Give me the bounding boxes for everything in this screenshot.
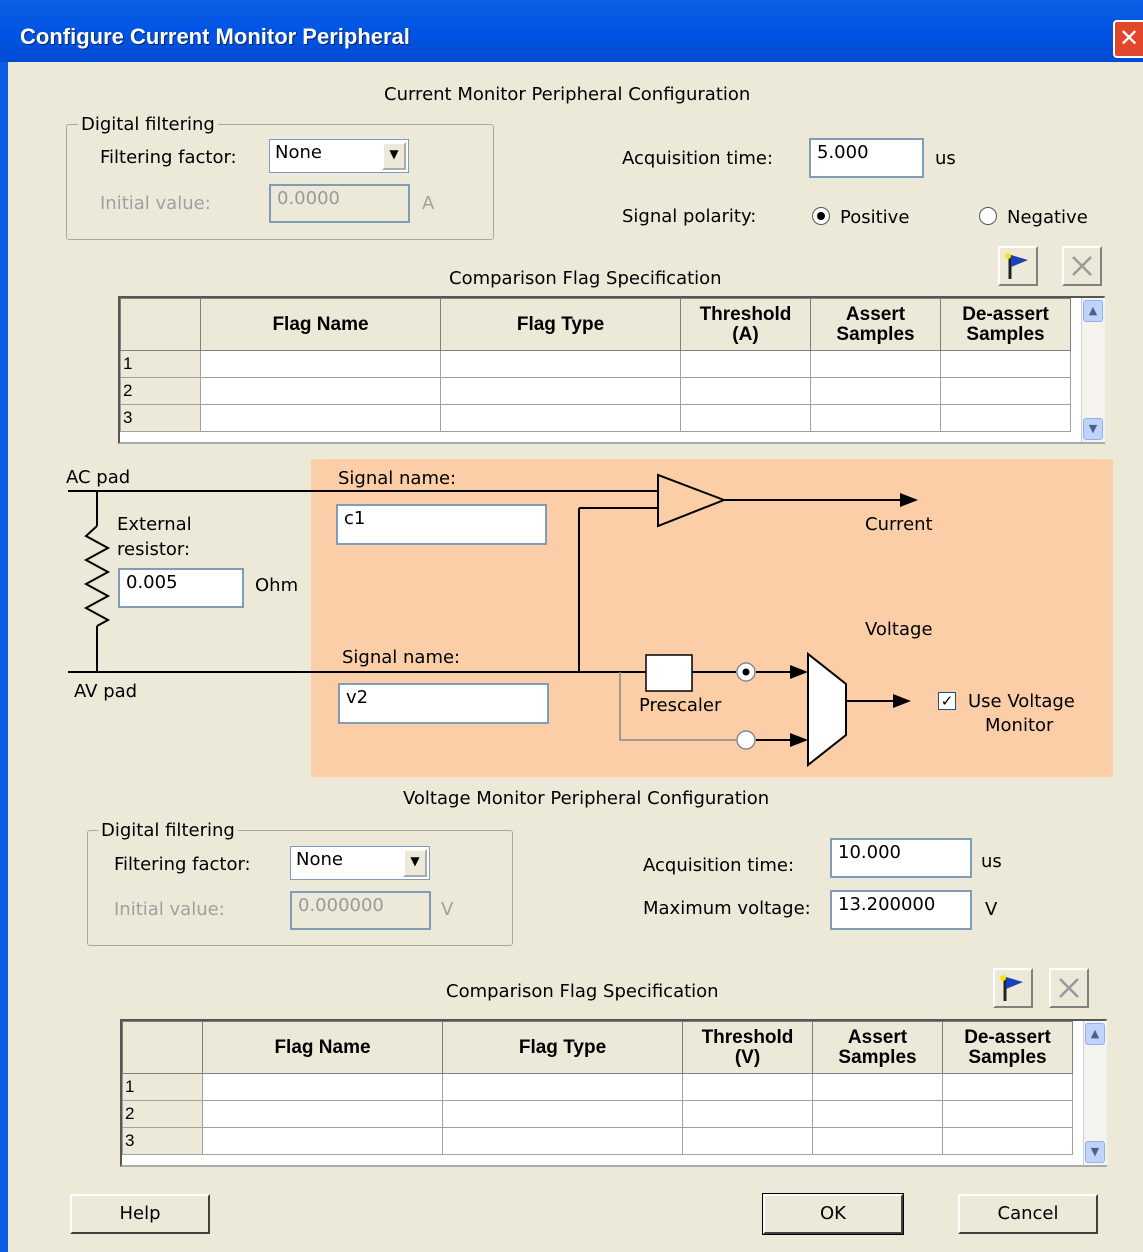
current-signal-name-field[interactable]: c1 <box>336 504 547 545</box>
table-row[interactable]: 3 <box>122 1127 1073 1155</box>
voltage-add-flag-button[interactable] <box>993 968 1033 1008</box>
voltage-table-scrollbar[interactable]: ▲ ▼ <box>1083 1021 1107 1165</box>
external-resistor-label-line2: resistor: <box>117 539 191 560</box>
external-resistor-field[interactable]: 0.005 <box>118 568 244 608</box>
column-header-flag-name[interactable]: Flag Name <box>202 1021 443 1074</box>
voltage-filtering-factor-value: None <box>296 849 343 870</box>
voltage-delete-flag-button[interactable] <box>1049 968 1089 1008</box>
cancel-button[interactable]: Cancel <box>958 1194 1098 1234</box>
external-resistor-label-line1: External <box>117 514 192 535</box>
voltage-filter-group-label: Digital filtering <box>98 820 238 841</box>
use-voltage-monitor-label-line2: Monitor <box>985 715 1054 736</box>
max-voltage-unit: V <box>985 899 998 920</box>
help-button[interactable]: Help <box>70 1194 210 1234</box>
max-voltage-label: Maximum voltage: <box>643 898 811 919</box>
row-number: 3 <box>122 1127 203 1155</box>
voltage-label: Voltage <box>865 619 933 640</box>
voltage-initial-value-field[interactable]: 0.000000 <box>290 891 431 930</box>
use-voltage-monitor-checkbox[interactable]: ✓ <box>938 692 956 710</box>
column-header-deassert-samples[interactable]: De-assert Samples <box>942 1021 1073 1074</box>
use-voltage-monitor-label-line1: Use Voltage <box>968 691 1075 712</box>
voltage-filtering-factor-select[interactable]: None ▼ <box>290 846 430 880</box>
voltage-initial-value-label: Initial value: <box>114 899 225 920</box>
voltage-signal-name-label: Signal name: <box>342 647 461 668</box>
voltage-signal-name-field[interactable]: v2 <box>338 683 549 724</box>
external-resistor-unit: Ohm <box>255 575 299 596</box>
delete-icon <box>1059 978 1079 998</box>
scroll-down-icon[interactable]: ▼ <box>1085 1141 1105 1163</box>
column-header-assert-samples[interactable]: Assert Samples <box>812 1021 943 1074</box>
table-row[interactable]: 1 <box>122 1073 1073 1101</box>
column-header-flag-type[interactable]: Flag Type <box>442 1021 683 1074</box>
voltage-acquisition-time-unit: us <box>981 851 1002 872</box>
current-signal-name-label: Signal name: <box>338 468 457 489</box>
checkmark-icon: ✓ <box>940 692 954 710</box>
voltage-flag-table[interactable]: Flag Name Flag Type Threshold (V) Assert S… <box>120 1019 1107 1167</box>
chevron-down-icon[interactable]: ▼ <box>403 849 427 877</box>
flag-icon <box>1000 975 1023 1001</box>
table-row[interactable]: 2 <box>122 1100 1073 1128</box>
voltage-acquisition-time-field[interactable]: 10.000 <box>830 838 972 878</box>
voltage-initial-value-unit: V <box>441 899 454 920</box>
voltage-flags-heading: Comparison Flag Specification <box>446 981 719 1002</box>
row-number: 1 <box>122 1073 203 1101</box>
max-voltage-field[interactable]: 13.200000 <box>830 890 972 930</box>
prescaler-label: Prescaler <box>639 695 722 716</box>
current-output-label: Current <box>865 514 933 535</box>
row-number: 2 <box>122 1100 203 1128</box>
av-pad-label: AV pad <box>74 681 138 702</box>
voltage-acquisition-time-label: Acquisition time: <box>643 855 795 876</box>
scroll-up-icon[interactable]: ▲ <box>1085 1023 1105 1045</box>
ok-button[interactable]: OK <box>762 1193 904 1235</box>
voltage-filtering-factor-label: Filtering factor: <box>114 854 251 875</box>
column-header-threshold[interactable]: Threshold (V) <box>682 1021 813 1074</box>
ac-pad-label: AC pad <box>66 467 131 488</box>
row-header-corner <box>122 1021 203 1074</box>
voltage-config-heading: Voltage Monitor Peripheral Configuration <box>403 788 770 809</box>
